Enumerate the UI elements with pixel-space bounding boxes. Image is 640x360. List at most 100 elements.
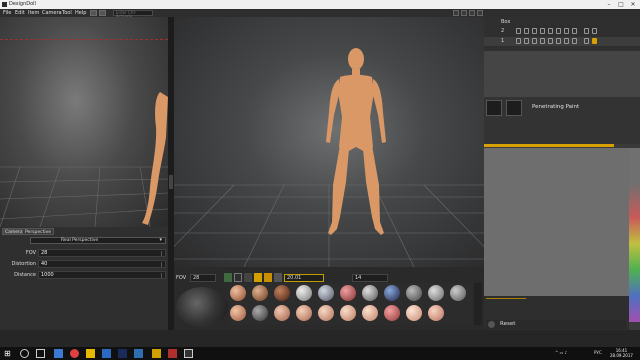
material-swatch[interactable] <box>406 305 422 321</box>
folder-icon[interactable] <box>86 349 95 358</box>
tray-icons[interactable]: ^ ▭ ♪ <box>555 350 567 355</box>
store-icon[interactable] <box>102 349 111 358</box>
move-icon[interactable] <box>556 28 561 34</box>
app-icon[interactable] <box>152 349 161 358</box>
material-swatch[interactable] <box>362 305 378 321</box>
toolbar-icon-1[interactable] <box>453 10 459 16</box>
undo-icon[interactable] <box>90 10 97 16</box>
material-swatch[interactable] <box>340 285 356 301</box>
material-swatch[interactable] <box>450 285 466 301</box>
designdoll-icon[interactable] <box>184 349 193 358</box>
menu-item[interactable]: Item <box>28 10 39 16</box>
material-swatch[interactable] <box>274 305 290 321</box>
brush-icon[interactable] <box>584 28 589 34</box>
menu-tool[interactable]: Tool <box>62 10 72 16</box>
eye-icon[interactable] <box>516 28 521 34</box>
material-swatch[interactable] <box>362 285 378 301</box>
eye-icon[interactable] <box>516 38 521 44</box>
material-swatch[interactable] <box>384 305 400 321</box>
reset-button[interactable]: Reset <box>486 320 626 329</box>
distortion-input[interactable]: 40 <box>38 260 166 268</box>
app-icon[interactable] <box>168 349 177 358</box>
copy-icon[interactable] <box>548 38 553 44</box>
material-swatch[interactable] <box>428 285 444 301</box>
cube-icon[interactable] <box>224 273 232 282</box>
redo-icon[interactable] <box>99 10 106 16</box>
pin-icon[interactable] <box>264 273 272 282</box>
edge-icon[interactable] <box>54 349 63 358</box>
menu-file[interactable]: File <box>3 10 11 16</box>
fov-input[interactable]: 28 <box>38 249 166 257</box>
search-icon[interactable] <box>20 349 29 358</box>
slider-bar[interactable] <box>486 298 526 299</box>
task-view-icon[interactable] <box>36 349 45 358</box>
material-swatch[interactable] <box>318 305 334 321</box>
minimize-icon[interactable]: – <box>603 0 615 9</box>
projection-select[interactable]: Real Perspective ▾ <box>30 237 166 244</box>
light-icon[interactable] <box>244 273 252 282</box>
settings-icon[interactable] <box>564 38 569 44</box>
menu-edit[interactable]: Edit <box>15 10 25 16</box>
layer-row[interactable]: 2 <box>484 27 640 36</box>
menu-camera[interactable]: Camera <box>42 10 62 16</box>
value-a-input[interactable]: 20.01 <box>284 274 324 282</box>
main-viewport[interactable] <box>174 17 484 267</box>
search-icon[interactable] <box>532 38 537 44</box>
brush-icon[interactable] <box>584 38 589 44</box>
maximize-icon[interactable]: □ <box>615 0 627 9</box>
windows-start-icon[interactable]: ⊞ <box>4 349 13 358</box>
copy-icon[interactable] <box>548 28 553 34</box>
grid-icon[interactable] <box>592 28 597 34</box>
pen-icon[interactable] <box>486 100 502 116</box>
material-swatch[interactable] <box>252 285 268 301</box>
layer-row[interactable]: 1 <box>484 37 640 46</box>
side-viewport[interactable] <box>0 17 168 227</box>
fov-spinner[interactable] <box>161 251 164 256</box>
distortion-spinner[interactable] <box>161 262 164 267</box>
fov-toolbar-input[interactable]: 28 <box>190 274 216 282</box>
material-swatch[interactable] <box>428 305 444 321</box>
material-swatch[interactable] <box>340 305 356 321</box>
swatch-scrollbar[interactable] <box>474 283 482 325</box>
toolbar-icon-4[interactable] <box>477 10 483 16</box>
material-preview[interactable] <box>176 287 228 327</box>
close-icon[interactable]: ✕ <box>627 0 639 9</box>
search-icon[interactable] <box>532 28 537 34</box>
toolbar-icon-2[interactable] <box>461 10 467 16</box>
link-icon[interactable] <box>540 28 545 34</box>
pencil-icon[interactable] <box>592 38 597 44</box>
distance-input[interactable]: 1000 <box>38 271 166 279</box>
chrome-icon[interactable] <box>70 349 79 358</box>
material-swatch[interactable] <box>274 285 290 301</box>
link-icon[interactable] <box>540 38 545 44</box>
move-icon[interactable] <box>556 38 561 44</box>
toolbar-icon-3[interactable] <box>469 10 475 16</box>
distance-spinner[interactable] <box>161 273 164 278</box>
lock-icon[interactable] <box>524 28 529 34</box>
camera-icon[interactable] <box>234 273 242 282</box>
search-input[interactable]: Enter Ctrl-Activate <box>113 10 153 19</box>
lock-icon[interactable] <box>524 38 529 44</box>
edit-icon[interactable] <box>572 28 577 34</box>
material-swatch[interactable] <box>230 305 246 321</box>
tab-perspective[interactable]: Perspective <box>22 228 55 235</box>
divider-grip[interactable] <box>169 175 173 189</box>
color-strip[interactable] <box>629 148 640 322</box>
paint-icon[interactable] <box>506 100 522 116</box>
material-swatch[interactable] <box>406 285 422 301</box>
edit-icon[interactable] <box>572 38 577 44</box>
photoshop-icon[interactable] <box>118 349 127 358</box>
material-swatch[interactable] <box>296 305 312 321</box>
clock[interactable]: 16:41 28.09.2017 <box>610 348 633 358</box>
layout-icon[interactable] <box>274 273 282 282</box>
material-swatch[interactable] <box>318 285 334 301</box>
language-indicator[interactable]: РУС <box>594 350 602 355</box>
material-swatch[interactable] <box>230 285 246 301</box>
lock-icon[interactable] <box>254 273 262 282</box>
material-swatch[interactable] <box>252 305 268 321</box>
app-icon[interactable] <box>134 349 143 358</box>
settings-icon[interactable] <box>564 28 569 34</box>
menu-help[interactable]: Help <box>75 10 86 16</box>
brush-size-bar[interactable] <box>484 144 614 147</box>
layer-row[interactable]: Box <box>484 18 640 27</box>
